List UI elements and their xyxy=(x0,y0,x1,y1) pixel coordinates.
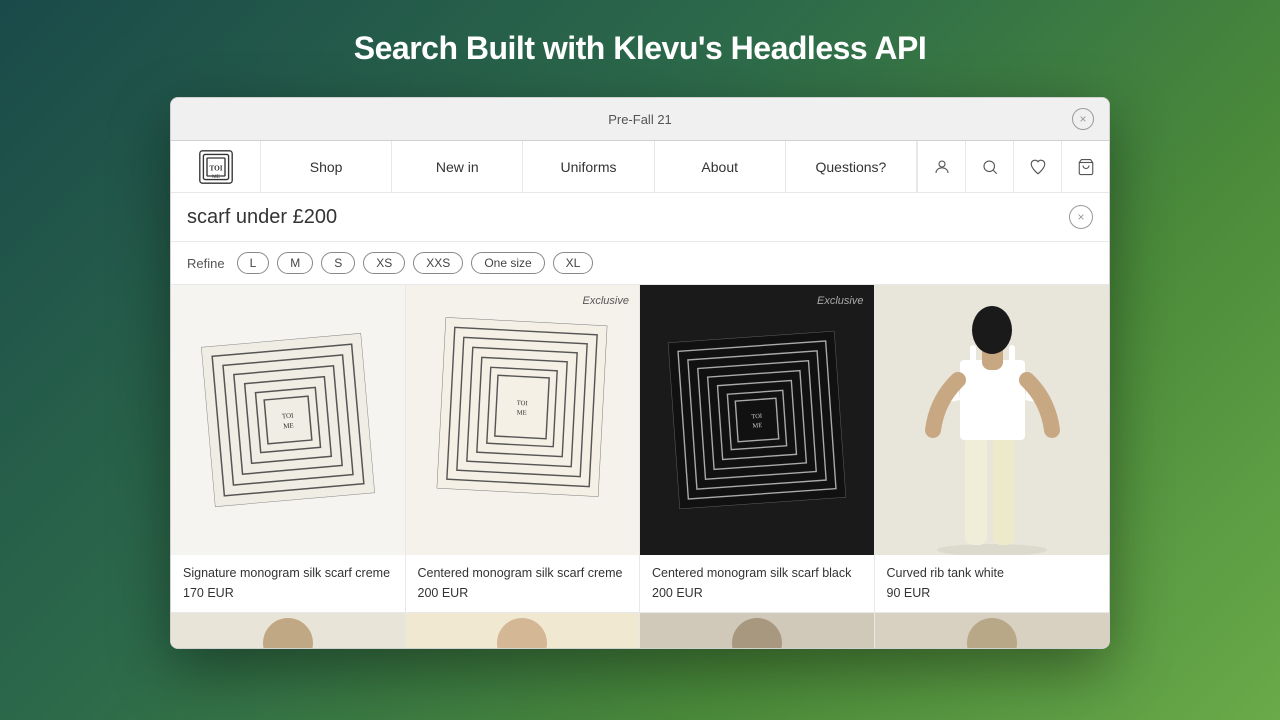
filter-chip-m[interactable]: M xyxy=(277,252,313,274)
navigation-bar: TOI ME Shop New in Uniforms About Questi… xyxy=(171,141,1109,193)
svg-text:TOI: TOI xyxy=(517,399,528,407)
search-icon[interactable] xyxy=(965,141,1013,193)
filter-chip-l[interactable]: L xyxy=(237,252,270,274)
nav-link-shop[interactable]: Shop xyxy=(261,141,392,192)
bottom-product-4 xyxy=(875,613,1110,648)
nav-icons xyxy=(917,141,1109,192)
product-name-1: Signature monogram silk scarf creme xyxy=(183,565,393,583)
nav-link-about[interactable]: About xyxy=(655,141,786,192)
svg-text:TOI: TOI xyxy=(281,411,294,420)
svg-text:ME: ME xyxy=(752,422,762,430)
svg-text:ME: ME xyxy=(211,173,220,179)
nav-logo[interactable]: TOI ME xyxy=(171,141,261,192)
refine-bar: Refine L M S XS XXS One size XL xyxy=(171,242,1109,285)
product-image-2: Exclusive TOI ME xyxy=(406,285,640,555)
product-image-4 xyxy=(875,285,1110,555)
account-icon[interactable] xyxy=(917,141,965,193)
browser-close-button[interactable]: × xyxy=(1072,108,1094,130)
product-price-4: 90 EUR xyxy=(887,586,1098,600)
svg-text:TOI: TOI xyxy=(751,413,762,421)
brand-logo-icon: TOI ME xyxy=(198,149,234,185)
filter-chip-xs[interactable]: XS xyxy=(363,252,405,274)
bottom-product-2 xyxy=(406,613,641,648)
product-price-1: 170 EUR xyxy=(183,586,393,600)
filter-chip-xxs[interactable]: XXS xyxy=(413,252,463,274)
filter-chip-xl[interactable]: XL xyxy=(553,252,594,274)
product-info-3: Centered monogram silk scarf black 200 E… xyxy=(640,555,874,612)
filter-chip-one-size[interactable]: One size xyxy=(471,252,544,274)
search-clear-button[interactable]: × xyxy=(1069,205,1093,229)
product-name-3: Centered monogram silk scarf black xyxy=(652,565,862,583)
product-info-1: Signature monogram silk scarf creme 170 … xyxy=(171,555,405,612)
product-card-1[interactable]: TOI ME Signature monogram silk scarf cre… xyxy=(171,285,406,612)
exclusive-badge-3: Exclusive xyxy=(817,295,863,307)
nav-link-uniforms[interactable]: Uniforms xyxy=(523,141,654,192)
svg-text:ME: ME xyxy=(517,409,527,417)
product-image-1: TOI ME xyxy=(171,285,405,555)
product-card-2[interactable]: Exclusive TOI ME Centered monogram silk … xyxy=(406,285,641,612)
bottom-product-1 xyxy=(171,613,406,648)
product-price-3: 200 EUR xyxy=(652,586,862,600)
cart-icon[interactable] xyxy=(1061,141,1109,193)
svg-text:ME: ME xyxy=(283,422,294,431)
product-info-4: Curved rib tank white 90 EUR xyxy=(875,555,1110,612)
product-price-2: 200 EUR xyxy=(418,586,628,600)
bottom-products-row xyxy=(171,612,1109,648)
filter-chip-s[interactable]: S xyxy=(321,252,355,274)
nav-links: Shop New in Uniforms About Questions? xyxy=(261,141,917,192)
product-info-2: Centered monogram silk scarf creme 200 E… xyxy=(406,555,640,612)
search-query-text: scarf under £200 xyxy=(187,206,337,229)
product-name-4: Curved rib tank white xyxy=(887,565,1098,583)
product-card-3[interactable]: Exclusive TOI ME Centered monogram silk … xyxy=(640,285,875,612)
browser-window: Pre-Fall 21 × TOI ME Shop New in Uniform… xyxy=(170,97,1110,649)
nav-link-new-in[interactable]: New in xyxy=(392,141,523,192)
browser-tab-bar: Pre-Fall 21 × xyxy=(171,98,1109,141)
product-card-4[interactable]: Curved rib tank white 90 EUR xyxy=(875,285,1110,612)
browser-tab-label: Pre-Fall 21 xyxy=(208,112,1072,127)
page-title: Search Built with Klevu's Headless API xyxy=(354,30,927,67)
nav-link-questions[interactable]: Questions? xyxy=(786,141,917,192)
svg-text:TOI: TOI xyxy=(209,164,222,172)
search-bar: scarf under £200 × xyxy=(171,193,1109,242)
products-grid: TOI ME Signature monogram silk scarf cre… xyxy=(171,285,1109,612)
refine-label: Refine xyxy=(187,256,225,271)
wishlist-icon[interactable] xyxy=(1013,141,1061,193)
product-image-3: Exclusive TOI ME xyxy=(640,285,874,555)
bottom-product-3 xyxy=(640,613,875,648)
product-name-2: Centered monogram silk scarf creme xyxy=(418,565,628,583)
